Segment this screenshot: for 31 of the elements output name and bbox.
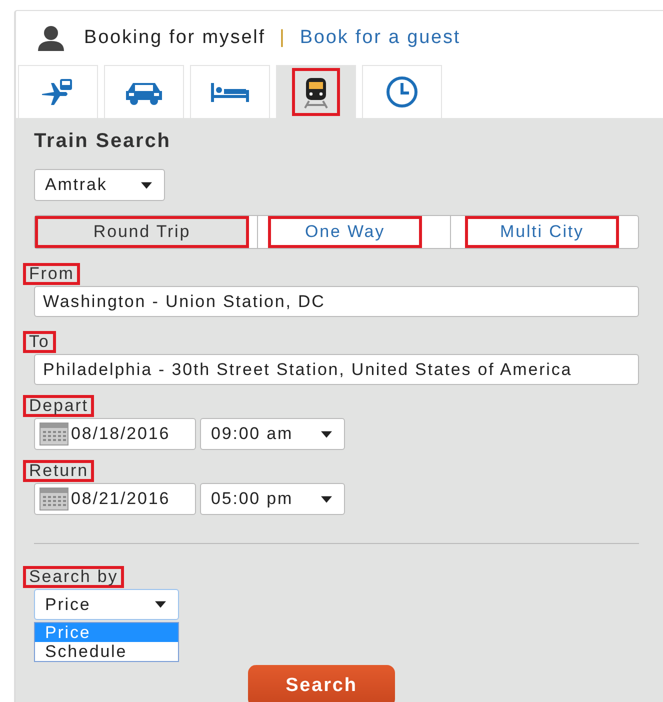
date-field[interactable]: 08/18/2016 <box>34 418 196 450</box>
separator: | <box>280 27 286 49</box>
calendar-icon <box>39 487 69 511</box>
caret-icon <box>321 430 332 438</box>
trip-type-option[interactable]: One Way <box>268 216 422 248</box>
form-title: Train Search <box>34 130 172 153</box>
clock-icon <box>385 75 419 109</box>
search-button[interactable]: Search <box>248 665 395 702</box>
field-label: Return <box>23 460 94 482</box>
booking-for-myself-label: Booking for myself <box>84 27 266 49</box>
time-dropdown[interactable]: 09:00 am <box>200 418 345 450</box>
caret-icon <box>155 601 166 608</box>
carrier-dropdown[interactable]: Amtrak <box>34 169 165 201</box>
bed-icon <box>210 81 250 103</box>
time-dropdown[interactable]: 05:00 pm <box>200 483 345 515</box>
search-by-dropdown[interactable]: Price <box>34 589 179 620</box>
date-field[interactable]: 08/21/2016 <box>34 483 196 515</box>
caret-icon <box>321 496 332 502</box>
trip-type-option[interactable]: Round Trip <box>35 216 249 248</box>
person-icon <box>36 24 66 52</box>
field-label: Depart <box>23 395 94 417</box>
field-label: Search by <box>23 566 124 588</box>
trip-type-option[interactable]: Multi City <box>465 216 619 248</box>
field-label: From <box>23 263 80 285</box>
travel-type-tab[interactable] <box>276 65 356 118</box>
location-field[interactable]: Philadelphia - 30th Street Station, United States of America <box>34 354 639 385</box>
book-for-guest-link[interactable]: Book for a guest <box>300 27 461 49</box>
calendar-icon <box>39 422 69 446</box>
dropdown-option[interactable]: Schedule <box>35 642 178 661</box>
caret-icon <box>141 182 152 188</box>
location-field[interactable]: Washington - Union Station, DC <box>34 286 639 317</box>
